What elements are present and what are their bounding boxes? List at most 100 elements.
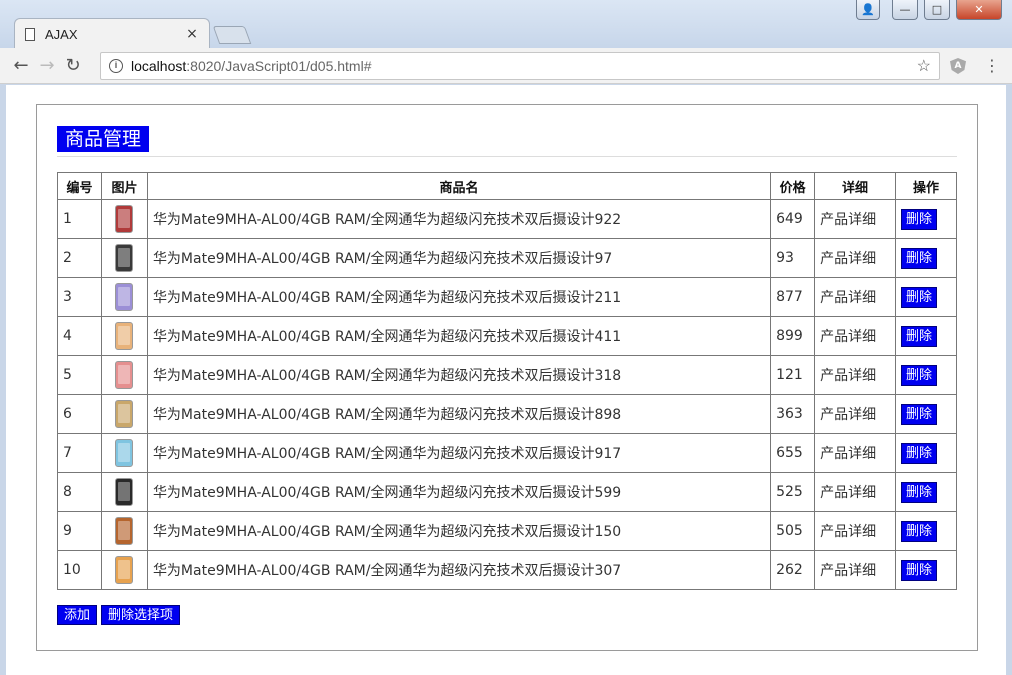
table-row: 10 华为Mate9MHA-AL00/4GB RAM/全网通华为超级闪充技术双后摄…	[57, 550, 957, 590]
maximize-button[interactable]: □	[924, 0, 950, 20]
header-price: 价格	[770, 172, 816, 200]
phone-thumbnail	[115, 478, 134, 506]
table-row: 6 华为Mate9MHA-AL00/4GB RAM/全网通华为超级闪充技术双后摄设…	[57, 394, 957, 434]
extension-shield-icon[interactable]: A	[950, 58, 966, 74]
phone-thumbnail	[115, 244, 134, 272]
delete-button[interactable]: 删除	[901, 481, 938, 503]
cell-image	[100, 199, 148, 239]
cell-action: 删除	[895, 550, 957, 590]
header-detail: 详细	[814, 172, 896, 200]
table-header-row: 编号 图片 商品名 价格 详细 操作	[57, 172, 957, 200]
cell-action: 删除	[895, 316, 957, 356]
delete-button[interactable]: 删除	[901, 247, 938, 269]
cell-image	[100, 316, 148, 356]
minimize-button[interactable]: —	[892, 0, 918, 20]
phone-thumbnail	[115, 517, 134, 545]
cell-detail: 产品详细	[814, 433, 896, 473]
phone-thumbnail	[115, 283, 134, 311]
browser-titlebar: AJAX × 👤 — □ ✕	[0, 0, 1012, 49]
table-row: 7 华为Mate9MHA-AL00/4GB RAM/全网通华为超级闪充技术双后摄设…	[57, 433, 957, 473]
cell-action: 删除	[895, 238, 957, 278]
new-tab-button[interactable]	[212, 26, 252, 44]
cell-id: 8	[57, 472, 102, 512]
forward-arrow-icon[interactable]: →	[34, 55, 60, 76]
product-table: 编号 图片 商品名 价格 详细 操作 1 华为Mate9MHA-AL00/4GB …	[57, 172, 957, 590]
page-viewport: 商品管理 编号 图片 商品名 价格 详细 操作 1 华为Mate9MHA-AL0…	[6, 85, 1006, 675]
delete-button[interactable]: 删除	[901, 364, 938, 386]
delete-button[interactable]: 删除	[901, 325, 938, 347]
cell-price: 899	[770, 316, 816, 356]
phone-thumbnail	[115, 439, 134, 467]
cell-name: 华为Mate9MHA-AL00/4GB RAM/全网通华为超级闪充技术双后摄设计…	[146, 238, 772, 278]
cell-price: 877	[770, 277, 816, 317]
table-row: 9 华为Mate9MHA-AL00/4GB RAM/全网通华为超级闪充技术双后摄设…	[57, 511, 957, 551]
user-icon[interactable]: 👤	[856, 0, 880, 20]
cell-id: 3	[57, 277, 102, 317]
table-row: 5 华为Mate9MHA-AL00/4GB RAM/全网通华为超级闪充技术双后摄设…	[57, 355, 957, 395]
cell-detail: 产品详细	[814, 511, 896, 551]
cell-name: 华为Mate9MHA-AL00/4GB RAM/全网通华为超级闪充技术双后摄设计…	[146, 511, 772, 551]
cell-name: 华为Mate9MHA-AL00/4GB RAM/全网通华为超级闪充技术双后摄设计…	[146, 277, 772, 317]
window-controls: 👤 — □ ✕	[856, 0, 1002, 20]
cell-id: 7	[57, 433, 102, 473]
cell-action: 删除	[895, 472, 957, 512]
back-arrow-icon[interactable]: ←	[8, 55, 34, 76]
info-icon[interactable]: i	[109, 59, 123, 73]
delete-button[interactable]: 删除	[901, 520, 938, 542]
cell-id: 4	[57, 316, 102, 356]
delete-button[interactable]: 删除	[901, 403, 938, 425]
phone-thumbnail	[115, 400, 134, 428]
phone-thumbnail	[115, 322, 134, 350]
table-row: 8 华为Mate9MHA-AL00/4GB RAM/全网通华为超级闪充技术双后摄设…	[57, 472, 957, 512]
cell-image	[100, 550, 148, 590]
cell-name: 华为Mate9MHA-AL00/4GB RAM/全网通华为超级闪充技术双后摄设计…	[146, 433, 772, 473]
cell-image	[100, 433, 148, 473]
delete-button[interactable]: 删除	[901, 442, 938, 464]
cell-detail: 产品详细	[814, 472, 896, 512]
tab-close-icon[interactable]: ×	[185, 26, 199, 42]
cell-price: 655	[770, 433, 816, 473]
cell-detail: 产品详细	[814, 199, 896, 239]
delete-button[interactable]: 删除	[901, 208, 938, 230]
cell-price: 121	[770, 355, 816, 395]
menu-dots-icon[interactable]: ⋮	[984, 56, 1000, 76]
cell-id: 6	[57, 394, 102, 434]
tab-title: AJAX	[45, 26, 78, 42]
cell-action: 删除	[895, 355, 957, 395]
cell-name: 华为Mate9MHA-AL00/4GB RAM/全网通华为超级闪充技术双后摄设计…	[146, 550, 772, 590]
delete-selected-button[interactable]: 删除选择项	[101, 605, 181, 625]
add-button[interactable]: 添加	[57, 605, 98, 625]
delete-button[interactable]: 删除	[901, 286, 938, 308]
cell-name: 华为Mate9MHA-AL00/4GB RAM/全网通华为超级闪充技术双后摄设计…	[146, 394, 772, 434]
browser-tab[interactable]: AJAX ×	[14, 18, 210, 49]
phone-thumbnail	[115, 205, 134, 233]
cell-name: 华为Mate9MHA-AL00/4GB RAM/全网通华为超级闪充技术双后摄设计…	[146, 199, 772, 239]
cell-action: 删除	[895, 199, 957, 239]
cell-action: 删除	[895, 394, 957, 434]
cell-price: 93	[770, 238, 816, 278]
product-panel: 商品管理 编号 图片 商品名 价格 详细 操作 1 华为Mate9MHA-AL0…	[36, 104, 978, 651]
browser-toolbar: ← → ↻ i localhost :8020/JavaScript01/d05…	[0, 48, 1012, 84]
close-window-button[interactable]: ✕	[956, 0, 1002, 20]
cell-action: 删除	[895, 511, 957, 551]
cell-price: 505	[770, 511, 816, 551]
cell-price: 363	[770, 394, 816, 434]
reload-icon[interactable]: ↻	[60, 55, 86, 76]
cell-detail: 产品详细	[814, 550, 896, 590]
header-id: 编号	[57, 172, 102, 200]
cell-name: 华为Mate9MHA-AL00/4GB RAM/全网通华为超级闪充技术双后摄设计…	[146, 355, 772, 395]
cell-detail: 产品详细	[814, 394, 896, 434]
table-row: 1 华为Mate9MHA-AL00/4GB RAM/全网通华为超级闪充技术双后摄设…	[57, 199, 957, 239]
cell-image	[100, 394, 148, 434]
cell-image	[100, 472, 148, 512]
phone-thumbnail	[115, 556, 134, 584]
bookmark-star-icon[interactable]: ☆	[917, 56, 931, 76]
divider	[57, 156, 957, 157]
url-path: :8020/JavaScript01/d05.html#	[186, 58, 372, 74]
address-bar[interactable]: i localhost :8020/JavaScript01/d05.html#…	[100, 52, 940, 80]
cell-id: 10	[57, 550, 102, 590]
cell-detail: 产品详细	[814, 316, 896, 356]
delete-button[interactable]: 删除	[901, 559, 938, 581]
header-image: 图片	[100, 172, 148, 200]
cell-price: 525	[770, 472, 816, 512]
